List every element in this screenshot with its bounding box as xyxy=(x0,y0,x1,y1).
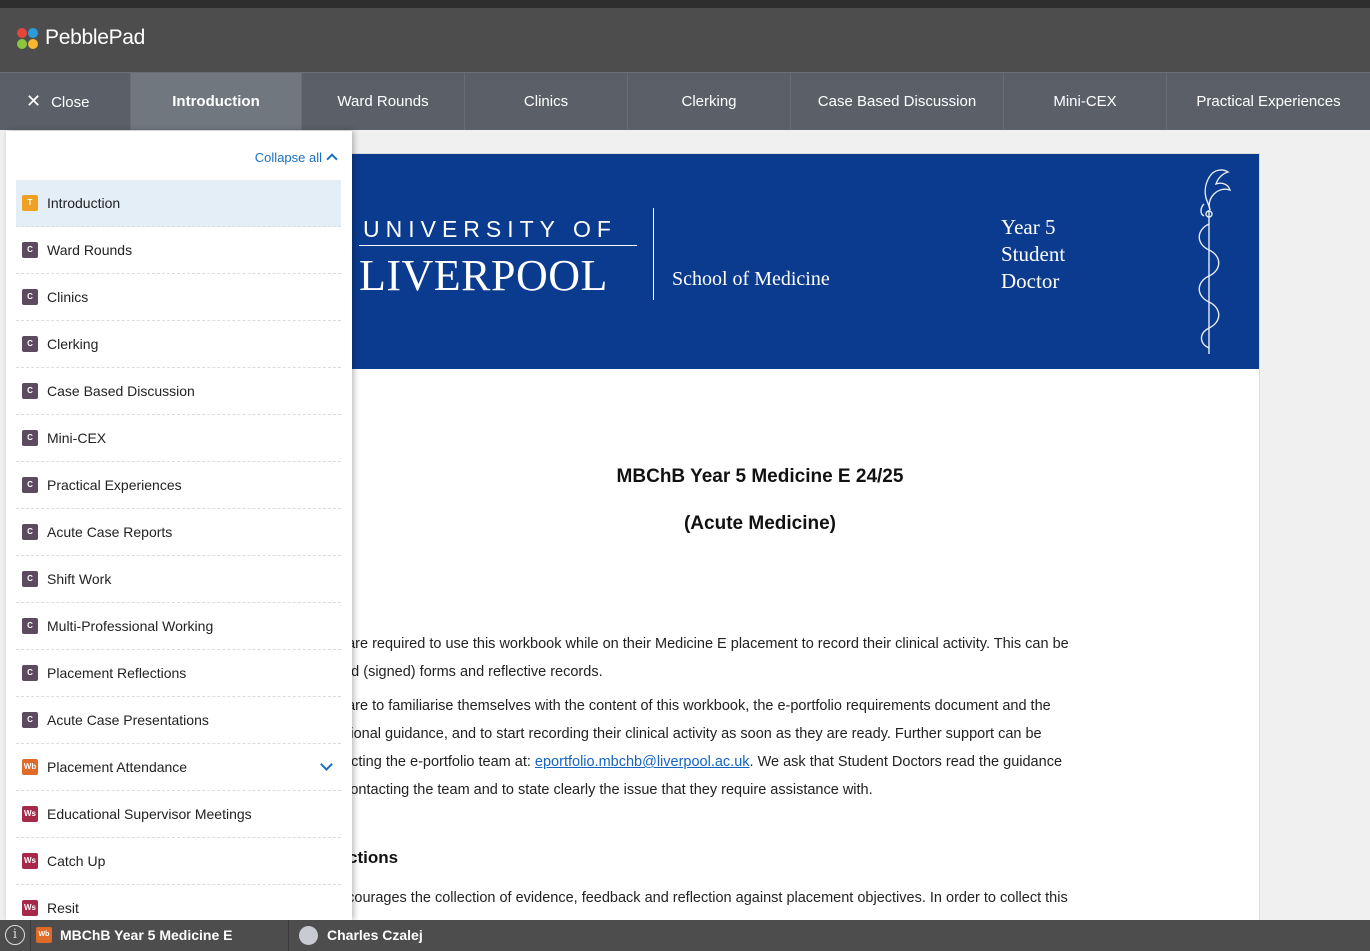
info-icon[interactable]: i xyxy=(5,925,25,945)
workbook-title[interactable]: MBChB Year 5 Medicine E xyxy=(60,927,232,943)
app-header: PebblePad xyxy=(0,0,1370,72)
worksheet-badge-icon: Ws xyxy=(22,806,38,822)
support-email-link[interactable]: eportfolio.mbchb@liverpool.ac.uk xyxy=(535,754,750,770)
tab-ward-rounds[interactable]: Ward Rounds xyxy=(302,73,465,130)
document-title: MBChB Year 5 Medicine E 24/25 xyxy=(616,466,904,487)
status-bar: i Wb MBChB Year 5 Medicine E Charles Cza… xyxy=(0,920,1370,951)
collection-badge-icon: C xyxy=(22,383,38,399)
banner-rule xyxy=(359,245,637,246)
sidebar-item-practical-experiences[interactable]: C Practical Experiences xyxy=(16,462,341,509)
user-name[interactable]: Charles Czalej xyxy=(327,927,423,943)
sidebar-item-acute-case-reports[interactable]: C Acute Case Reports xyxy=(16,509,341,556)
section-tabs: ✕ Close Introduction Ward Rounds Clinics … xyxy=(0,72,1370,130)
sidebar-item-clerking[interactable]: C Clerking xyxy=(16,321,341,368)
tab-case-based-discussion[interactable]: Case Based Discussion xyxy=(791,73,1004,130)
workbook-page: UNIVERSITY OF LIVERPOOL School of Medici… xyxy=(258,153,1260,933)
sidebar-item-placement-attendance[interactable]: Wb Placement Attendance xyxy=(16,744,341,791)
collection-badge-icon: C xyxy=(22,289,38,305)
collection-badge-icon: C xyxy=(22,336,38,352)
instructions-paragraph: encourages the collection of evidence, f… xyxy=(331,890,1068,906)
chevron-up-icon xyxy=(326,153,338,165)
sidebar-item-multi-professional-working[interactable]: C Multi-Professional Working xyxy=(16,603,341,650)
app-brand: PebblePad xyxy=(45,26,146,49)
sidebar-item-case-based-discussion[interactable]: C Case Based Discussion xyxy=(16,368,341,415)
workbook-badge-icon: Wb xyxy=(36,927,52,943)
tab-introduction[interactable]: Introduction xyxy=(131,73,302,130)
close-icon: ✕ xyxy=(26,91,42,111)
sidebar-item-catch-up[interactable]: Ws Catch Up xyxy=(16,838,341,885)
university-line2: LIVERPOOL xyxy=(359,251,608,300)
collection-badge-icon: C xyxy=(22,712,38,728)
collection-badge-icon: C xyxy=(22,430,38,446)
worksheet-badge-icon: Ws xyxy=(22,853,38,869)
collection-badge-icon: C xyxy=(22,242,38,258)
chevron-down-icon[interactable] xyxy=(320,758,333,771)
workbook-badge-icon: Wb xyxy=(22,759,38,775)
collection-badge-icon: C xyxy=(22,618,38,634)
template-badge-icon: T xyxy=(22,195,38,211)
pebblepad-logo-icon xyxy=(17,28,39,50)
tab-practical-experiences[interactable]: Practical Experiences xyxy=(1167,73,1370,130)
sidebar-item-resit[interactable]: Ws Resit xyxy=(16,885,341,920)
tab-clinics[interactable]: Clinics xyxy=(465,73,628,130)
collection-badge-icon: C xyxy=(22,665,38,681)
sidebar-item-placement-reflections[interactable]: C Placement Reflections xyxy=(16,650,341,697)
liver-bird-crest-icon xyxy=(1198,169,1232,354)
sidebar-item-clinics[interactable]: C Clinics xyxy=(16,274,341,321)
document-subtitle: (Acute Medicine) xyxy=(683,513,837,534)
footer-divider xyxy=(288,920,289,951)
workbook-sidebar: Collapse all T Introduction C Ward Round… xyxy=(6,131,352,920)
banner-divider xyxy=(653,208,654,300)
collapse-all-button[interactable]: Collapse all xyxy=(255,150,338,165)
sidebar-item-acute-case-presentations[interactable]: C Acute Case Presentations xyxy=(16,697,341,744)
university-banner: UNIVERSITY OF LIVERPOOL School of Medici… xyxy=(259,154,1259,369)
sidebar-item-educational-supervisor-meetings[interactable]: Ws Educational Supervisor Meetings xyxy=(16,791,341,838)
collection-badge-icon: C xyxy=(22,524,38,540)
sidebar-item-introduction[interactable]: T Introduction xyxy=(16,180,341,227)
intro-paragraph-1: rs are required to use this workbook whi… xyxy=(331,636,1069,680)
collection-badge-icon: C xyxy=(22,477,38,493)
sidebar-item-mini-cex[interactable]: C Mini-CEX xyxy=(16,415,341,462)
sidebar-list: T Introduction C Ward Rounds C Clinics C… xyxy=(16,180,341,920)
year-label: Year 5 Student Doctor xyxy=(1001,215,1066,293)
close-button[interactable]: ✕ Close xyxy=(0,73,131,130)
university-line1: UNIVERSITY OF xyxy=(363,216,617,242)
school-name: School of Medicine xyxy=(672,268,830,290)
tab-mini-cex[interactable]: Mini-CEX xyxy=(1004,73,1167,130)
footer-divider xyxy=(30,920,31,951)
intro-paragraph-2: rs are to familiarise themselves with th… xyxy=(331,698,1063,798)
sidebar-item-ward-rounds[interactable]: C Ward Rounds xyxy=(16,227,341,274)
collection-badge-icon: C xyxy=(22,571,38,587)
avatar xyxy=(299,926,318,945)
sidebar-item-shift-work[interactable]: C Shift Work xyxy=(16,556,341,603)
tab-clerking[interactable]: Clerking xyxy=(628,73,791,130)
worksheet-badge-icon: Ws xyxy=(22,900,38,916)
